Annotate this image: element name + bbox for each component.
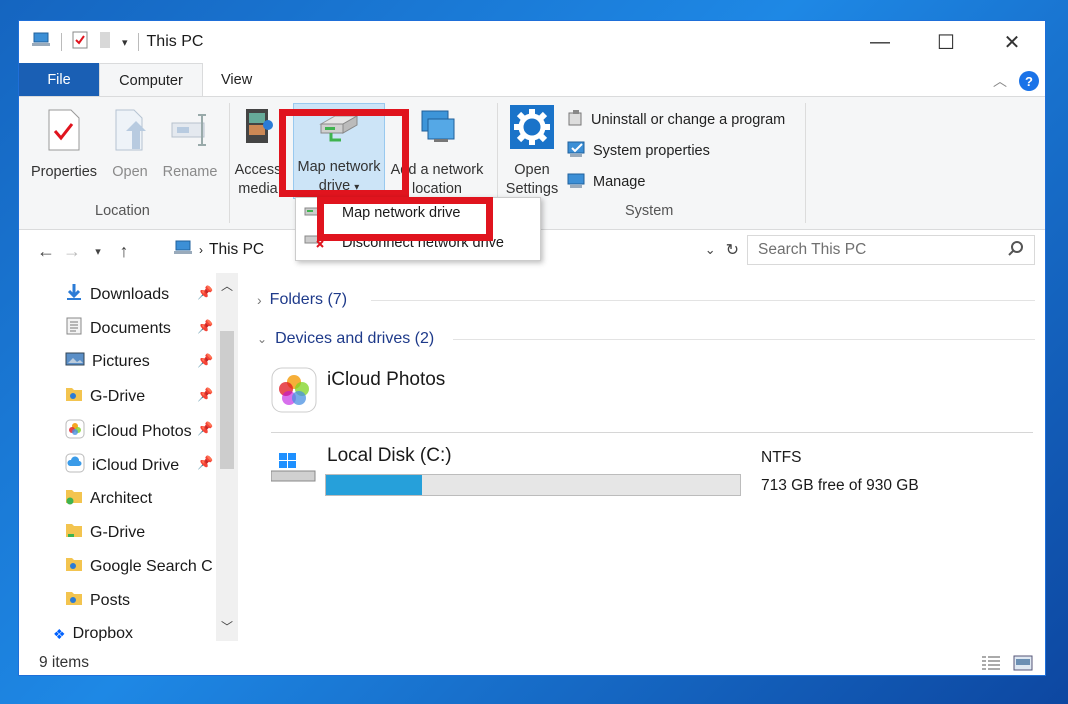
maximize-button[interactable]: ☐: [913, 21, 979, 63]
rename-button[interactable]: Rename: [161, 109, 219, 182]
new-folder-icon[interactable]: [98, 31, 112, 53]
pin-icon[interactable]: 📌: [197, 285, 213, 301]
tab-computer[interactable]: Computer: [99, 63, 203, 97]
download-arrow-icon: [65, 283, 83, 306]
scroll-thumb[interactable]: [220, 331, 234, 469]
details-view-icon[interactable]: [981, 655, 1001, 675]
drive-icloud-photos[interactable]: iCloud Photos: [269, 365, 739, 421]
location-group-label: Location: [95, 203, 150, 219]
folders-section-header[interactable]: › Folders (7): [257, 291, 347, 309]
uninstall-icon: [567, 109, 585, 131]
close-button[interactable]: ✕: [979, 21, 1045, 63]
title-bar: ▾ This PC — ☐ ✕: [19, 21, 1045, 63]
folder-sync-icon: [65, 487, 83, 510]
icloud-photos-icon: [271, 367, 317, 417]
this-pc-icon: [31, 31, 51, 53]
search-input[interactable]: Search This PC: [747, 235, 1035, 265]
disk-usage-fill: [326, 475, 423, 495]
sidebar-scrollbar[interactable]: ︿ ﹀: [216, 273, 238, 641]
large-icons-view-icon[interactable]: [1013, 654, 1033, 675]
breadcrumb-separator-icon[interactable]: ›: [199, 243, 203, 257]
properties-large-icon: [29, 109, 99, 157]
disk-usage-bar: [325, 474, 741, 496]
sidebar-item-architect[interactable]: Architect: [65, 487, 221, 510]
rename-icon: [161, 109, 219, 157]
pin-icon[interactable]: 📌: [197, 455, 213, 471]
item-count: 9 items: [39, 654, 89, 671]
settings-gear-icon: [503, 105, 561, 155]
back-arrow-icon[interactable]: ←: [33, 241, 59, 262]
system-group-label: System: [625, 203, 674, 219]
icloud-drive-icon: [65, 453, 85, 478]
pin-icon[interactable]: 📌: [197, 319, 213, 335]
file-explorer-window: ▾ This PC — ☐ ✕ File Computer View ︿ ? P…: [18, 20, 1046, 676]
window-title: This PC: [146, 33, 204, 50]
tab-view[interactable]: View: [203, 63, 270, 97]
chevron-right-icon: ›: [257, 292, 262, 308]
document-icon: [65, 317, 83, 340]
customize-qat-icon[interactable]: ▾: [122, 36, 128, 49]
uninstall-program-button[interactable]: Uninstall or change a program: [567, 109, 785, 131]
sidebar-item-posts[interactable]: Posts: [65, 589, 221, 612]
pin-icon[interactable]: 📌: [197, 353, 213, 369]
manage-computer-icon: [567, 171, 587, 193]
this-pc-icon: [173, 240, 193, 261]
minimize-button[interactable]: —: [847, 21, 913, 63]
properties-button[interactable]: Properties: [29, 109, 99, 182]
highlight-box-dropdown-item: [317, 197, 493, 241]
access-media-button[interactable]: Access media: [233, 105, 283, 199]
properties-icon[interactable]: [72, 31, 88, 53]
navigation-pane: Downloads 📌 Documents 📌 Pictures 📌 G-Dri…: [19, 273, 243, 641]
highlight-box-map-drive: [279, 109, 409, 197]
help-icon[interactable]: ?: [1019, 71, 1039, 91]
window-controls: — ☐ ✕: [847, 21, 1045, 63]
folder-user-icon: [65, 589, 83, 612]
refresh-icon[interactable]: ↻: [726, 240, 739, 260]
recent-locations-icon[interactable]: ▾: [85, 245, 111, 258]
manage-button[interactable]: Manage: [567, 171, 645, 193]
filesystem-label: NTFS: [761, 449, 802, 466]
sidebar-item-g-drive-2[interactable]: G-Drive: [65, 521, 221, 544]
free-space-label: 713 GB free of 930 GB: [761, 477, 919, 494]
open-button[interactable]: Open: [107, 109, 153, 182]
dropbox-icon: ❖: [53, 625, 66, 642]
sidebar-item-dropbox[interactable]: ❖ Dropbox: [53, 625, 209, 641]
quick-access-toolbar: ▾: [19, 31, 139, 53]
chevron-down-icon: ⌄: [257, 332, 268, 346]
status-bar: 9 items: [19, 649, 1045, 675]
tab-file[interactable]: File: [19, 63, 99, 97]
sidebar-item-google-search-console[interactable]: Google Search C: [65, 555, 221, 578]
icloud-photos-icon: [65, 419, 85, 444]
folder-user-icon: [65, 385, 83, 408]
pictures-icon: [65, 351, 85, 372]
access-media-icon: [233, 105, 283, 155]
open-arrow-icon: [107, 109, 153, 157]
scroll-up-icon[interactable]: ︿: [216, 277, 238, 294]
scroll-down-icon[interactable]: ﹀: [216, 618, 238, 635]
pin-icon[interactable]: 📌: [197, 421, 213, 437]
search-icon: [1008, 241, 1024, 262]
system-properties-button[interactable]: System properties: [567, 140, 710, 162]
system-properties-icon: [567, 140, 587, 162]
collapse-ribbon-icon[interactable]: ︿: [993, 71, 1007, 91]
open-settings-button[interactable]: Open Settings: [503, 105, 561, 199]
forward-arrow-icon[interactable]: →: [59, 241, 85, 262]
ribbon-tabs: File Computer View ︿ ?: [19, 63, 1045, 97]
folder-icon: [65, 521, 83, 544]
devices-section-header[interactable]: ⌄ Devices and drives (2): [257, 330, 434, 348]
breadcrumb[interactable]: This PC: [209, 241, 264, 259]
folder-user-icon: [65, 555, 83, 578]
pin-icon[interactable]: 📌: [197, 387, 213, 403]
windows-drive-icon: [270, 453, 317, 491]
up-arrow-icon[interactable]: ↑: [111, 241, 137, 262]
address-dropdown-icon[interactable]: ⌄: [705, 242, 716, 258]
